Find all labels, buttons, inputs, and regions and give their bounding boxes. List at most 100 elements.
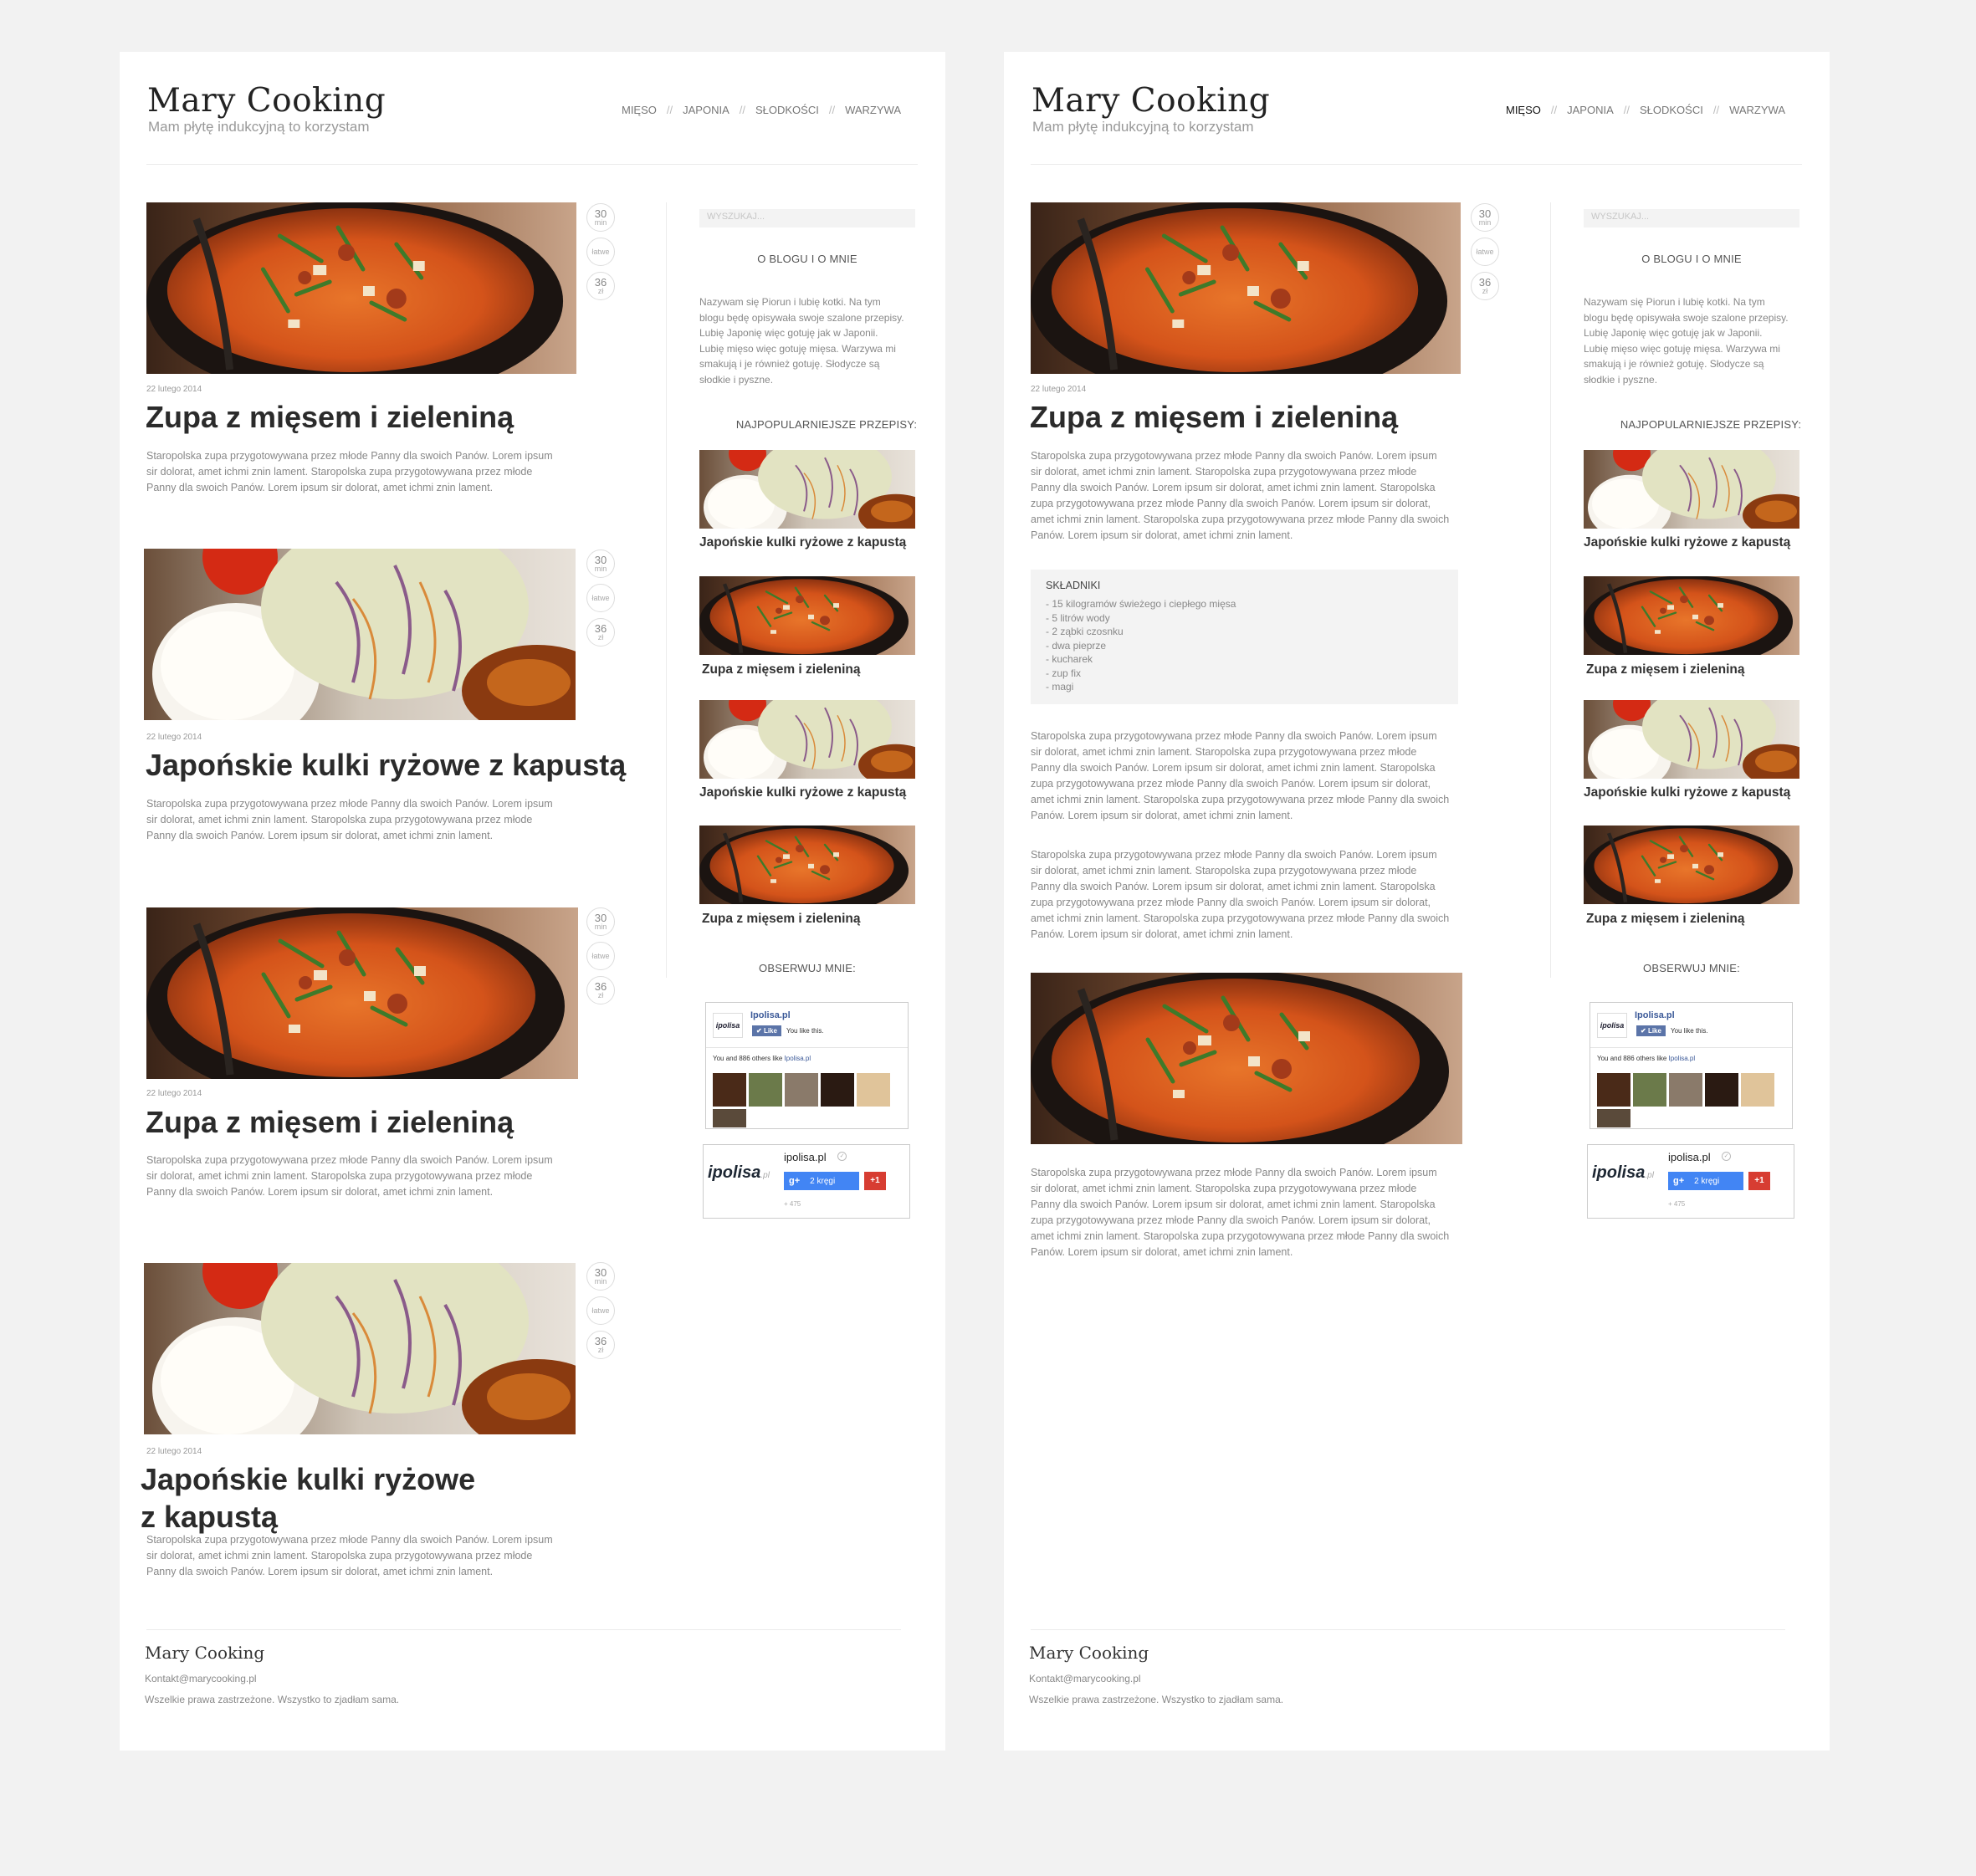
nav-item-slodkosci[interactable]: SŁODKOŚCI	[755, 104, 819, 116]
popular-title[interactable]: Japońskie kulki ryżowe z kapustą	[699, 535, 906, 550]
post-title[interactable]: Japońskie kulki ryżowe z kapustą	[146, 746, 626, 784]
gplus-plus-one-button[interactable]: +1	[864, 1172, 886, 1190]
post-body: Staropolska zupa przygotowywana przez mł…	[1031, 849, 1450, 940]
main-nav: MIĘSO // JAPONIA // SŁODKOŚCI // WARZYWA	[1506, 104, 1785, 116]
post-title[interactable]: Japońskie kulki ryżowe z kapustą	[141, 1460, 475, 1536]
facebook-widget[interactable]: ipolisa Ipolisa.pl ✔ Like You like this.…	[1590, 1002, 1793, 1129]
post-body: Staropolska zupa przygotowywana przez mł…	[1031, 450, 1450, 541]
fb-like-button[interactable]: ✔ Like	[1636, 1025, 1666, 1036]
nav-item-slodkosci[interactable]: SŁODKOŚCI	[1640, 104, 1703, 116]
post-title: Zupa z mięsem i zieleniną	[1030, 400, 1399, 434]
popular-title[interactable]: Japońskie kulki ryżowe z kapustą	[1584, 785, 1790, 800]
nav-separator: //	[1550, 104, 1558, 116]
nav-item-japonia[interactable]: JAPONIA	[683, 104, 729, 116]
friend-avatar[interactable]	[713, 1073, 746, 1107]
nav-item-warzywa[interactable]: WARZYWA	[1729, 104, 1785, 116]
rice-photo	[1584, 700, 1799, 779]
main-nav: MIĘSO // JAPONIA // SŁODKOŚCI // WARZYWA	[622, 104, 901, 116]
popular-image-soup[interactable]	[1584, 826, 1799, 904]
fb-like-button[interactable]: ✔ Like	[752, 1025, 781, 1036]
verified-icon: ✓	[837, 1152, 847, 1161]
gplus-circles-button[interactable]: g+ 2 kręgi	[1668, 1172, 1743, 1190]
friend-avatar[interactable]	[821, 1073, 854, 1107]
footer-contact[interactable]: Kontakt@marycooking.pl	[1029, 1673, 1141, 1684]
post-image-soup[interactable]	[146, 202, 576, 374]
popular-title[interactable]: Japońskie kulki ryżowe z kapustą	[1584, 535, 1790, 550]
search-input[interactable]: WYSZUKAJ...	[1584, 209, 1799, 227]
popular-title[interactable]: Japońskie kulki ryżowe z kapustą	[699, 785, 906, 800]
google-plus-widget[interactable]: ipolisa.pl ipolisa.pl ✓ g+ 2 kręgi +1 + 4…	[1587, 1144, 1794, 1219]
friend-avatar[interactable]	[1633, 1073, 1666, 1107]
post-title[interactable]: Zupa z mięsem i zieleniną	[146, 398, 514, 436]
rice-photo	[1584, 450, 1799, 529]
difficulty-badge: łatwe	[1471, 238, 1499, 266]
popular-image-rice[interactable]	[1584, 700, 1799, 779]
header-divider	[1031, 164, 1802, 165]
ingredients-list: - 15 kilogramów świeżego i ciepłego mięs…	[1046, 598, 1236, 693]
site-logo[interactable]: Mary Cooking	[1032, 82, 1270, 120]
popular-title[interactable]: Zupa z mięsem i zieleniną	[1586, 912, 1745, 927]
nav-item-mieso[interactable]: MIĘSO	[622, 104, 657, 116]
gplus-plus-one-button[interactable]: +1	[1748, 1172, 1770, 1190]
post-title[interactable]: Zupa z mięsem i zieleniną	[146, 1103, 514, 1141]
post-image-rice[interactable]	[144, 1263, 576, 1434]
friend-avatar[interactable]	[857, 1073, 890, 1107]
soup-photo	[1031, 973, 1462, 1144]
sidebar-divider	[1550, 202, 1551, 978]
friend-avatar[interactable]	[713, 1109, 746, 1127]
gplus-page-name[interactable]: ipolisa.pl	[784, 1151, 827, 1163]
soup-photo	[699, 576, 915, 655]
nav-item-japonia[interactable]: JAPONIA	[1567, 104, 1614, 116]
footer-divider	[1031, 1629, 1785, 1630]
nav-separator: //	[1623, 104, 1630, 116]
post-image-soup[interactable]	[146, 907, 578, 1079]
soup-photo	[699, 826, 915, 904]
fb-page-name[interactable]: Ipolisa.pl	[750, 1010, 791, 1020]
friend-avatar[interactable]	[1597, 1073, 1630, 1107]
post-date: 22 lutego 2014	[146, 385, 202, 394]
facebook-widget[interactable]: ipolisa Ipolisa.pl ✔ Like You like this.…	[705, 1002, 909, 1129]
post-image-rice[interactable]	[144, 549, 576, 720]
time-badge: 30 min	[586, 1262, 615, 1291]
popular-image-soup[interactable]	[699, 576, 915, 655]
gplus-circles-button[interactable]: g+ 2 kręgi	[784, 1172, 859, 1190]
friend-avatar[interactable]	[785, 1073, 818, 1107]
footer-copyright: Wszelkie prawa zastrzeżone. Wszystko to …	[145, 1694, 400, 1705]
site-tagline: Mam płytę indukcyjną to korzystam	[1032, 119, 1254, 135]
site-logo[interactable]: Mary Cooking	[147, 82, 386, 120]
friend-avatar[interactable]	[1705, 1073, 1738, 1107]
rice-photo	[699, 700, 915, 779]
ingredients-box: SKŁADNIKI - 15 kilogramów świeżego i cie…	[1031, 570, 1458, 704]
post-body: Staropolska zupa przygotowywana przez mł…	[1031, 730, 1450, 821]
friend-avatar[interactable]	[1597, 1109, 1630, 1127]
soup-photo	[1031, 202, 1461, 374]
popular-title[interactable]: Zupa z mięsem i zieleniną	[702, 662, 861, 677]
soup-photo	[1584, 576, 1799, 655]
popular-image-rice[interactable]	[1584, 450, 1799, 529]
popular-image-rice[interactable]	[699, 450, 915, 529]
google-plus-widget[interactable]: ipolisa.pl ipolisa.pl ✓ g+ 2 kręgi +1 + 4…	[703, 1144, 910, 1219]
friend-avatar[interactable]	[1669, 1073, 1702, 1107]
fb-you-like: You like this.	[786, 1027, 824, 1035]
search-input[interactable]: WYSZUKAJ...	[699, 209, 915, 227]
friend-avatar[interactable]	[749, 1073, 782, 1107]
follow-heading: OBSERWUJ MNIE:	[759, 962, 856, 974]
post-image-soup	[1031, 973, 1462, 1144]
post-image-soup	[1031, 202, 1461, 374]
nav-item-warzywa[interactable]: WARZYWA	[845, 104, 901, 116]
popular-image-soup[interactable]	[699, 826, 915, 904]
fb-page-name[interactable]: Ipolisa.pl	[1635, 1010, 1675, 1020]
fb-friends	[1597, 1073, 1774, 1107]
friend-avatar[interactable]	[1741, 1073, 1774, 1107]
gplus-page-name[interactable]: ipolisa.pl	[1668, 1151, 1711, 1163]
popular-image-soup[interactable]	[1584, 576, 1799, 655]
popular-title[interactable]: Zupa z mięsem i zieleniną	[702, 912, 861, 927]
cost-badge: 36 zł	[586, 1331, 615, 1359]
popular-title[interactable]: Zupa z mięsem i zieleniną	[1586, 662, 1745, 677]
popular-image-rice[interactable]	[699, 700, 915, 779]
footer-contact[interactable]: Kontakt@marycooking.pl	[145, 1673, 257, 1684]
footer-logo[interactable]: Mary Cooking	[145, 1643, 264, 1663]
footer-logo[interactable]: Mary Cooking	[1029, 1643, 1149, 1663]
verified-icon: ✓	[1722, 1152, 1731, 1161]
nav-item-mieso[interactable]: MIĘSO	[1506, 104, 1541, 116]
